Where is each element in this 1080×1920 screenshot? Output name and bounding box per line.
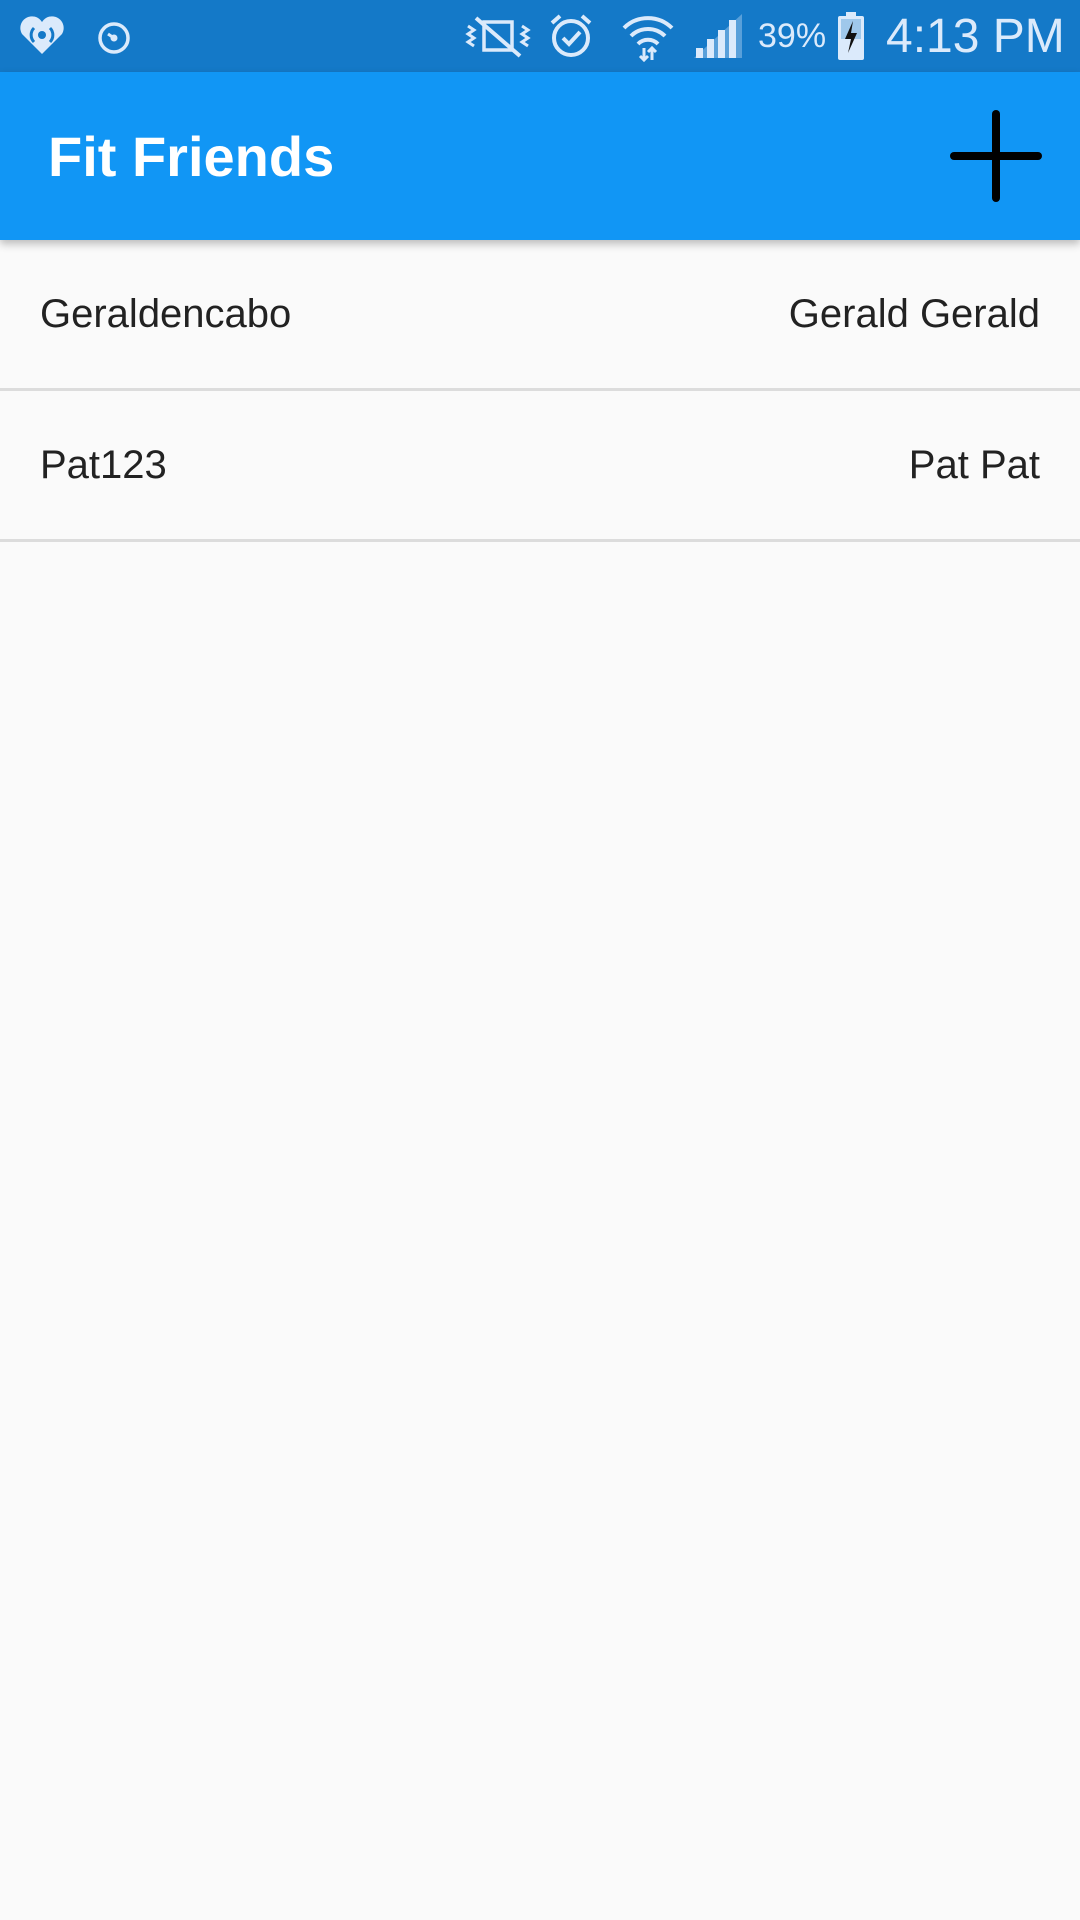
status-time: 4:13 PM [886, 9, 1065, 63]
battery-charging-icon [836, 0, 866, 72]
friend-full-name: Gerald Gerald [788, 291, 1040, 336]
friend-full-name: Pat Pat [908, 442, 1040, 487]
wifi-icon [620, 0, 676, 72]
friend-username: Pat123 [40, 442, 167, 487]
friend-username: Geraldencabo [40, 291, 292, 336]
screen: 39% 4:13 PM Fit Friends Geraldencabo Ger… [0, 0, 1080, 1920]
alarm-clock-icon [546, 0, 596, 72]
list-item[interactable]: Pat123 Pat Pat [0, 391, 1080, 542]
signal-icon [692, 0, 744, 72]
list-item[interactable]: Geraldencabo Gerald Gerald [0, 240, 1080, 391]
add-friend-button[interactable] [940, 100, 1052, 212]
iheart-radio-icon [14, 0, 70, 72]
status-bar: 39% 4:13 PM [0, 0, 1080, 72]
battery-percent: 39% [758, 16, 827, 55]
app-title: Fit Friends [48, 124, 335, 188]
friend-list: Geraldencabo Gerald Gerald Pat123 Pat Pa… [0, 240, 1080, 542]
alarm-icon [94, 0, 134, 72]
plus-icon [950, 110, 1042, 202]
mute-vibrate-icon [462, 0, 534, 72]
app-bar: Fit Friends [0, 72, 1080, 240]
